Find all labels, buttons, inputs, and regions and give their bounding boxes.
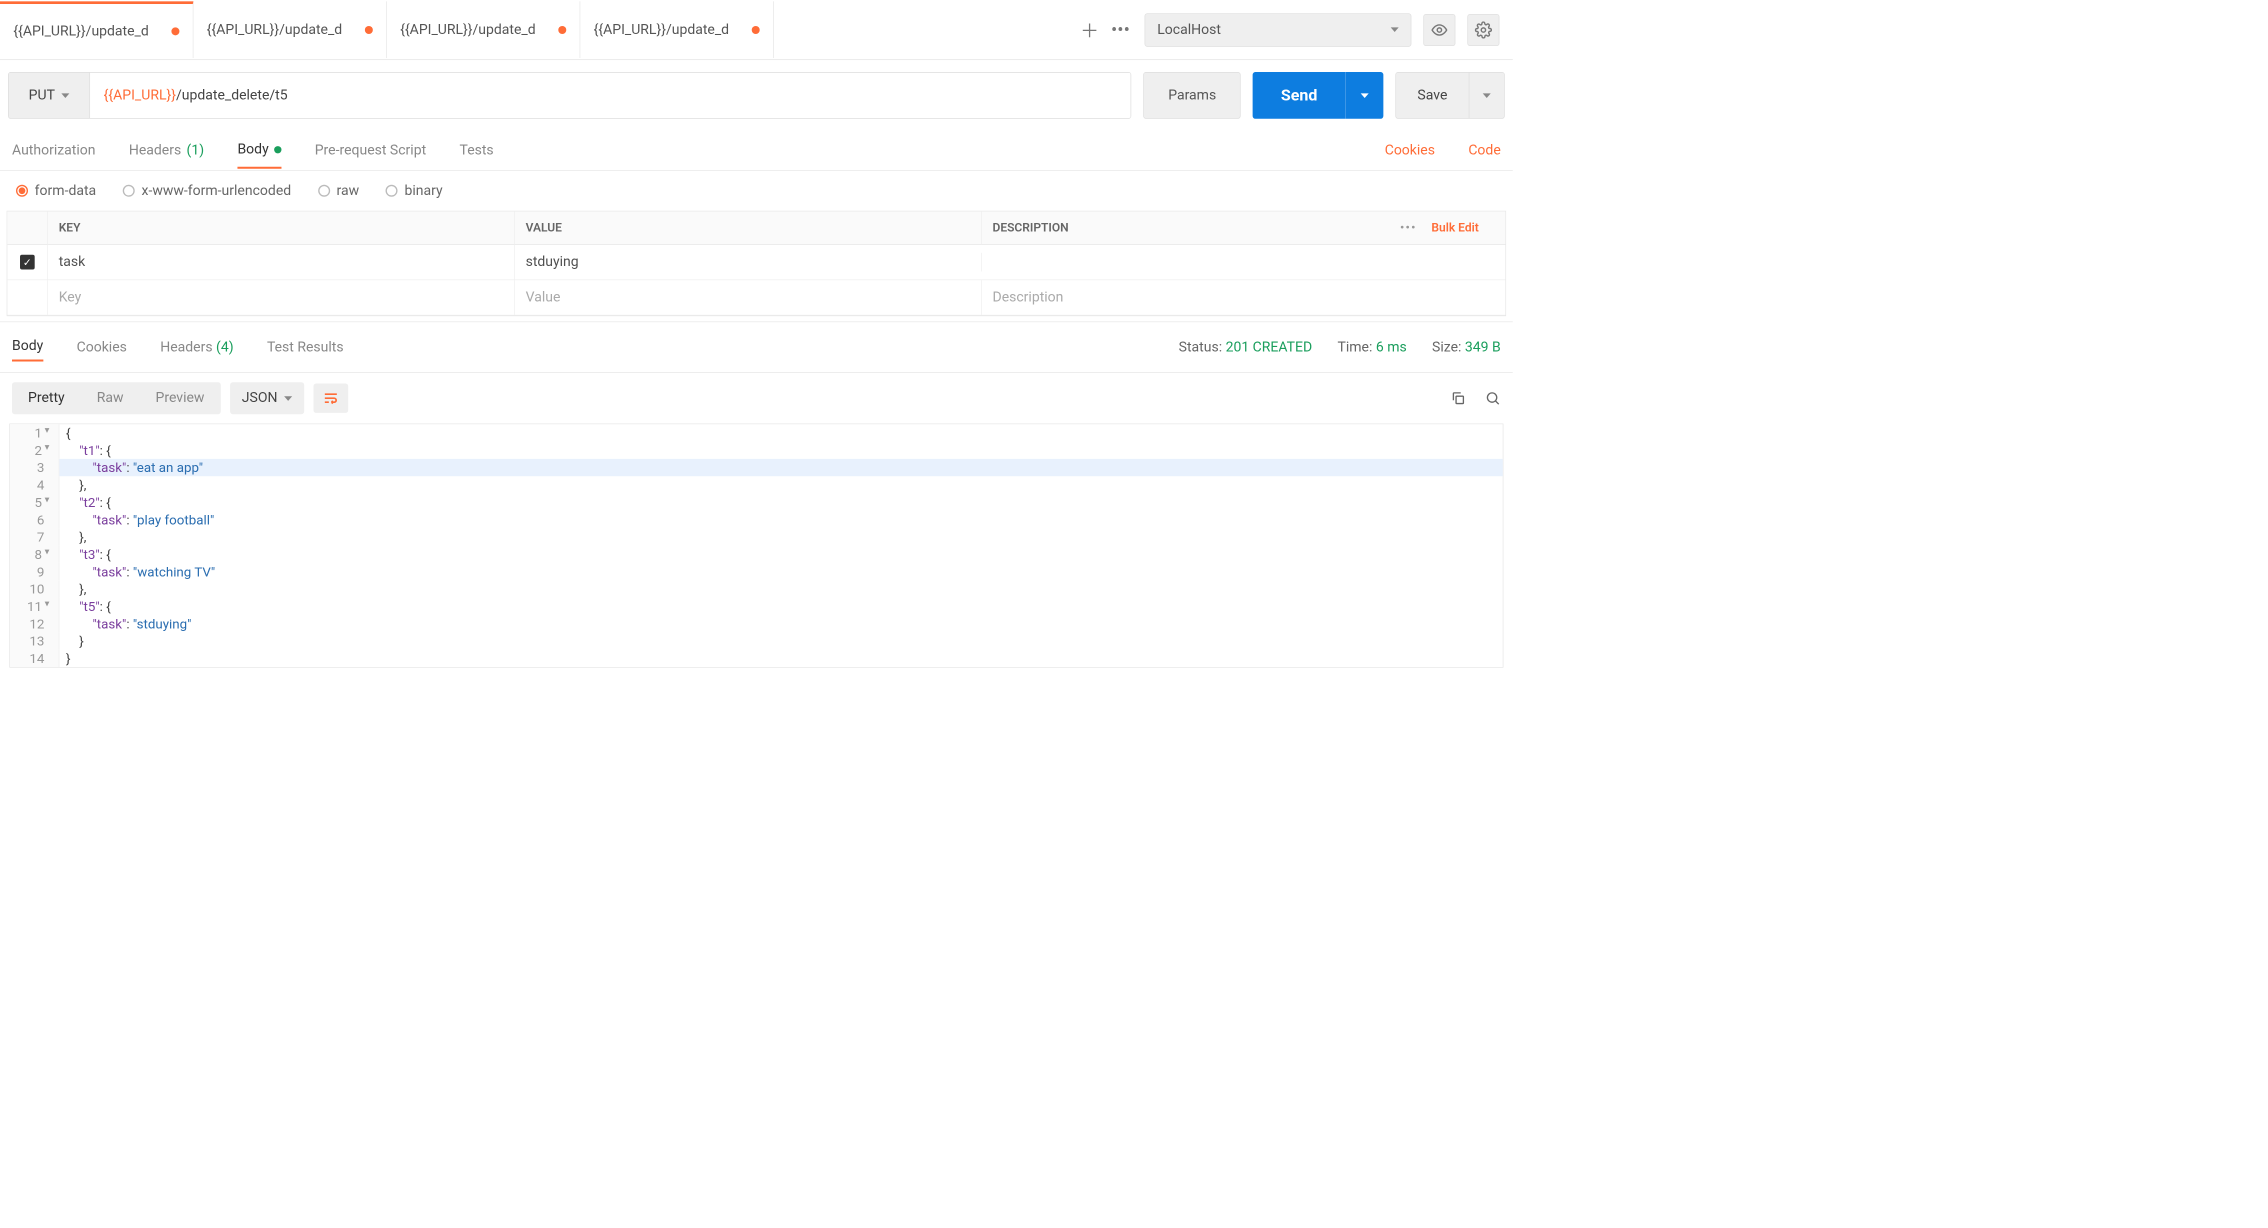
environment-quicklook-button[interactable] [1423,14,1455,46]
chevron-down-icon [1391,27,1399,32]
url-input[interactable]: {{API_URL}}/update_delete/t5 [90,73,1131,118]
format-label: JSON [242,390,278,406]
resp-headers-count: (4) [216,339,234,355]
tab-label: {{API_URL}}/update_d [594,22,744,38]
send-button[interactable]: Send [1253,72,1346,119]
radio-checked-icon [16,185,28,197]
code-link[interactable]: Code [1468,142,1500,158]
tab-tests[interactable]: Tests [460,133,494,168]
new-tab-button[interactable]: ＋ [1080,16,1099,43]
copy-icon[interactable] [1450,390,1466,406]
time-label: Time: [1338,339,1373,355]
resp-tab-headers[interactable]: Headers (4) [160,334,233,361]
value-input[interactable]: stduying [514,245,981,280]
headers-label: Headers [129,142,181,158]
modified-indicator-icon [558,26,566,34]
environment-select[interactable]: LocalHost [1145,13,1412,46]
tab-label: {{API_URL}}/update_d [400,22,550,38]
save-options-button[interactable] [1469,73,1504,118]
search-icon[interactable] [1485,390,1501,406]
radio-label: binary [404,183,442,199]
time-value: 6 ms [1376,339,1407,355]
column-value: VALUE [514,211,981,244]
radio-label: form-data [35,183,96,199]
url-path: /update_delete/t5 [176,87,288,103]
save-button[interactable]: Save [1396,73,1469,118]
resp-tab-cookies[interactable]: Cookies [77,334,127,361]
more-icon[interactable]: ••• [1400,221,1417,235]
radio-icon [318,185,330,197]
request-section-tabs: Authorization Headers (1) Body Pre-reque… [0,131,1513,171]
modified-indicator-icon [365,26,373,34]
row-checkbox[interactable]: ✓ [20,255,35,270]
body-label: Body [237,141,268,157]
resp-tab-body[interactable]: Body [12,333,43,362]
request-tab[interactable]: {{API_URL}}/update_d [580,1,773,58]
headers-count: (1) [187,142,205,158]
tab-headers[interactable]: Headers (1) [129,133,204,168]
send-options-button[interactable] [1345,72,1383,119]
description-input[interactable] [981,253,1505,272]
more-tabs-button[interactable]: ••• [1111,19,1130,41]
view-raw[interactable]: Raw [81,382,140,414]
description-input[interactable]: Description [981,280,1505,315]
desc-label: DESCRIPTION [992,221,1068,235]
view-preview[interactable]: Preview [139,382,220,414]
response-section: Body Cookies Headers (4) Test Results St… [0,321,1513,667]
top-bar: {{API_URL}}/update_d {{API_URL}}/update_d… [0,0,1513,60]
tab-label: {{API_URL}}/update_d [207,22,357,38]
params-button[interactable]: Params [1144,72,1241,119]
status-label: Status: [1179,339,1222,355]
response-body[interactable]: 1▾{2▾ "t1": {3 "task": "eat an app"4 },5… [9,424,1503,668]
resp-tab-test-results[interactable]: Test Results [267,334,344,361]
value-input[interactable]: Value [514,280,981,315]
view-pretty[interactable]: Pretty [12,382,81,414]
format-select[interactable]: JSON [230,382,304,414]
wrap-line-button[interactable] [313,384,348,413]
radio-form-data[interactable]: form-data [16,183,96,199]
url-variable: {{API_URL}} [104,87,176,103]
size-value: 349 B [1465,339,1501,355]
chevron-down-icon [284,396,292,401]
tab-body[interactable]: Body [237,132,281,169]
chevron-down-icon [62,93,70,98]
bulk-edit-link[interactable]: Bulk Edit [1431,221,1478,235]
radio-label: x-www-form-urlencoded [142,183,292,199]
key-input[interactable]: Key [47,280,514,315]
environment-label: LocalHost [1157,22,1221,38]
settings-button[interactable] [1467,14,1499,46]
method-select[interactable]: PUT [9,73,91,118]
radio-raw[interactable]: raw [318,183,359,199]
column-key: KEY [47,211,514,244]
form-data-table: KEY VALUE DESCRIPTION ••• Bulk Edit ✓ tas… [7,211,1506,316]
request-tab[interactable]: {{API_URL}}/update_d [387,1,580,58]
radio-icon [386,185,398,197]
body-type-selector: form-data x-www-form-urlencoded raw bina… [0,171,1513,211]
tab-label: {{API_URL}}/update_d [13,23,163,39]
cookies-link[interactable]: Cookies [1385,142,1435,158]
radio-icon [123,185,135,197]
modified-indicator-icon [752,26,760,34]
request-tabs: {{API_URL}}/update_d {{API_URL}}/update_d… [0,0,1066,59]
request-bar: PUT {{API_URL}}/update_delete/t5 Params … [0,60,1513,131]
radio-urlencoded[interactable]: x-www-form-urlencoded [123,183,291,199]
tab-prerequest[interactable]: Pre-request Script [315,133,426,168]
body-indicator-icon [274,146,281,153]
key-input[interactable]: task [47,245,514,280]
radio-label: raw [337,183,360,199]
request-tab[interactable]: {{API_URL}}/update_d [0,1,193,58]
method-label: PUT [29,87,55,103]
resp-headers-label: Headers [160,339,212,355]
status-value: 201 CREATED [1226,339,1313,355]
table-row: ✓ taskstduying [7,245,1505,280]
size-label: Size: [1432,339,1461,355]
tab-authorization[interactable]: Authorization [12,133,96,168]
request-tab[interactable]: {{API_URL}}/update_d [193,1,386,58]
column-description: DESCRIPTION ••• Bulk Edit [981,211,1505,244]
radio-binary[interactable]: binary [386,183,443,199]
modified-indicator-icon [171,27,179,35]
